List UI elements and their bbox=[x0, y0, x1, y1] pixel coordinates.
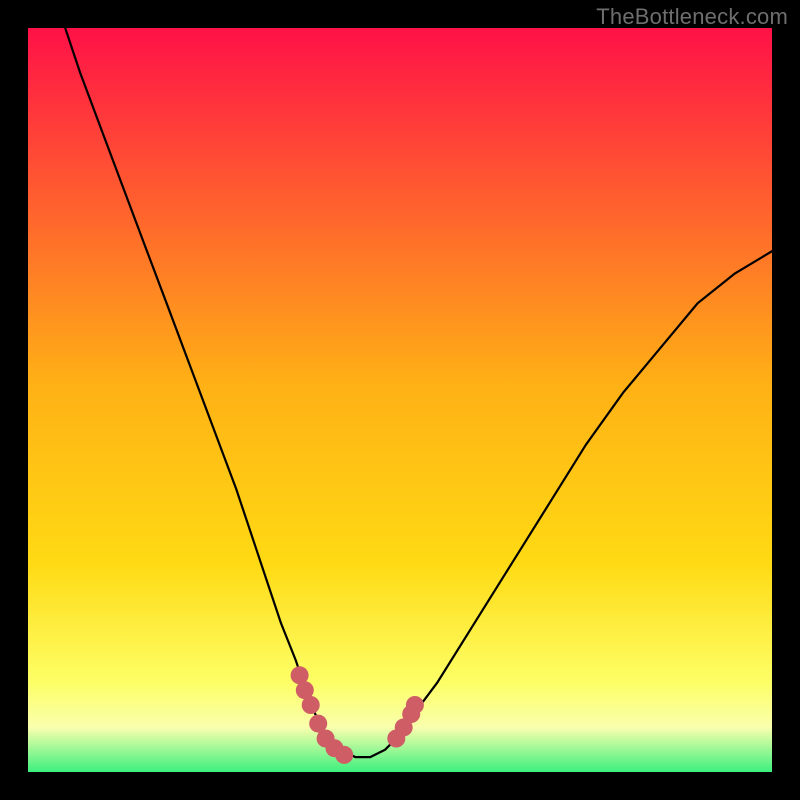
plot-area bbox=[28, 28, 772, 772]
curve-marker bbox=[406, 696, 424, 714]
curve-marker bbox=[302, 696, 320, 714]
plot-svg bbox=[28, 28, 772, 772]
watermark-label: TheBottleneck.com bbox=[596, 4, 788, 30]
chart-frame: TheBottleneck.com bbox=[0, 0, 800, 800]
gradient-background bbox=[28, 28, 772, 772]
curve-marker bbox=[335, 746, 353, 764]
